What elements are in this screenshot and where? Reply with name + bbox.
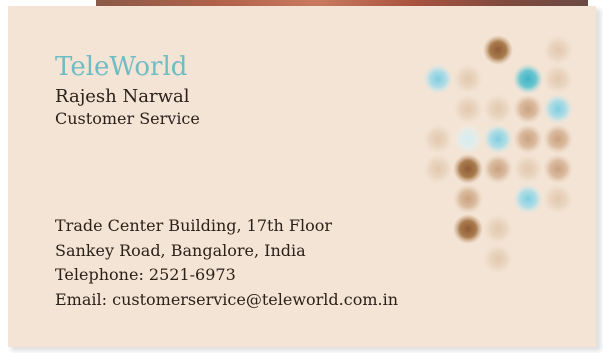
address-line-2: Sankey Road, Bangalore, India (55, 240, 306, 260)
business-card-scene: TeleWorld Rajesh Narwal Customer Service… (0, 0, 603, 353)
dot-pattern-graphic (423, 35, 573, 274)
business-card: TeleWorld Rajesh Narwal Customer Service… (8, 6, 596, 347)
dot-grid (423, 35, 573, 274)
contact-block: Trade Center Building, 17th Floor Sankey… (55, 214, 398, 312)
email-line: Email: customerservice@teleworld.com.in (55, 289, 399, 309)
person-name: Rajesh Narwal (55, 86, 190, 107)
job-title: Customer Service (55, 109, 200, 128)
company-name: TeleWorld (55, 52, 188, 82)
address-line-1: Trade Center Building, 17th Floor (55, 216, 332, 235)
telephone-line: Telephone: 2521-6973 (55, 265, 236, 284)
